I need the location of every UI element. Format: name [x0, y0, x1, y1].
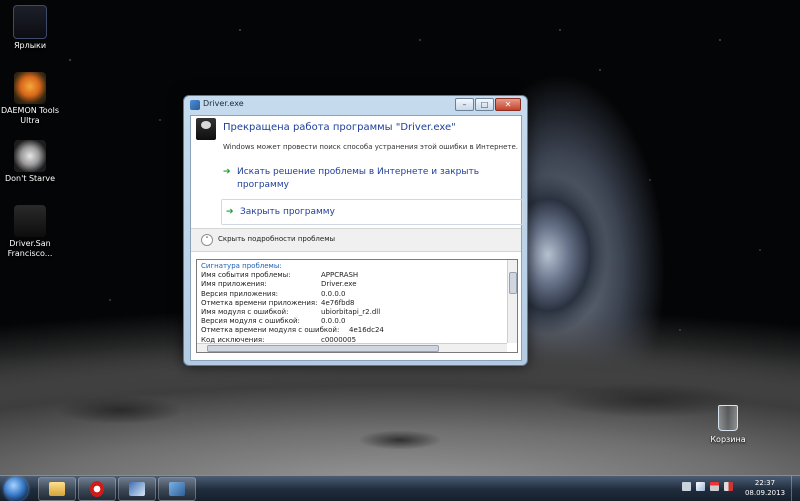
recycle-bin-icon [718, 405, 738, 431]
hide-details-toggle[interactable]: ˄ Скрыть подробности проблемы [191, 228, 521, 252]
desktop-icon-recycle-bin[interactable]: Корзина [708, 405, 748, 444]
action-center-flag-icon[interactable] [696, 482, 705, 491]
scrollbar-thumb[interactable] [509, 272, 517, 294]
desktop: Ярлыки DAEMON Tools Ultra Don't Starve D… [0, 0, 800, 475]
detail-value: ubiorbitapi_r2.dll [321, 308, 381, 317]
driver-game-icon [14, 205, 46, 237]
detail-value: 4e76fbd8 [321, 298, 355, 307]
dialog-titlebar[interactable]: Driver.exe – □ ✕ [184, 96, 527, 114]
system-clock[interactable]: 22:37 08.09.2013 [742, 478, 788, 498]
detail-key: Отметка времени приложения: [201, 298, 318, 307]
taskbar-button-application[interactable] [118, 477, 156, 501]
problem-details-text: Сигнатура проблемы: Имя события проблемы… [201, 262, 501, 345]
green-arrow-icon: ➔ [223, 167, 231, 177]
tray-arrow-icon[interactable] [682, 482, 691, 491]
error-reporting-icon [169, 482, 185, 496]
desktop-icon-dont-starve[interactable]: Don't Starve [0, 140, 60, 184]
shortcuts-folder-icon [13, 5, 47, 39]
detail-row: Отметка времени приложения: 4e76fbd8 [201, 299, 501, 308]
command-label: Искать решение проблемы в Интернете и за… [237, 167, 480, 190]
dialog-title: Driver.exe [203, 99, 244, 108]
error-reporting-icon [190, 100, 200, 110]
detail-value: Driver.exe [321, 280, 357, 289]
detail-row: Версия модуля с ошибкой: 0.0.0.0 [201, 317, 501, 326]
detail-key: Версия модуля с ошибкой: [201, 317, 300, 326]
show-desktop-button[interactable] [791, 476, 800, 501]
dialog-subline: Windows может провести поиск способа уст… [223, 143, 519, 151]
dialog-headline: Прекращена работа программы "Driver.exe" [223, 122, 456, 133]
scrollbar-thumb[interactable] [207, 345, 439, 352]
detail-key: Имя события проблемы: [201, 271, 291, 280]
desktop-icon-label: DAEMON Tools Ultra [1, 106, 59, 125]
window-controls: – □ ✕ [455, 98, 521, 111]
desktop-icon-daemon-tools[interactable]: DAEMON Tools Ultra [0, 72, 60, 126]
driver-app-icon [196, 118, 216, 140]
explorer-folder-icon [49, 482, 65, 496]
desktop-icon-driver[interactable]: Driver.San Francisco... [0, 205, 60, 259]
taskbar: 22:37 08.09.2013 [0, 475, 800, 501]
command-label: Закрыть программу [240, 206, 335, 217]
clock-time: 22:37 [754, 479, 776, 487]
detail-row: Имя модуля с ошибкой: ubiorbitapi_r2.dll [201, 308, 501, 317]
problem-signature-title: Сигнатура проблемы: [201, 262, 282, 270]
dont-starve-icon [14, 140, 46, 172]
problem-details-box[interactable]: Сигнатура проблемы: Имя события проблемы… [196, 259, 518, 353]
horizontal-scrollbar[interactable] [197, 343, 507, 352]
planet-background [528, 175, 618, 335]
chevron-up-icon: ˄ [201, 234, 213, 246]
detail-key: Имя приложения: [201, 280, 267, 289]
detail-value: APPCRASH [321, 271, 359, 280]
detail-row: Имя приложения: Driver.exe [201, 280, 501, 289]
details-toggle-label: Скрыть подробности проблемы [218, 235, 336, 243]
green-arrow-icon: ➔ [226, 206, 234, 217]
detail-key: Версия приложения: [201, 289, 279, 298]
application-icon [129, 482, 145, 496]
detail-row: Версия приложения: 0.0.0.0 [201, 290, 501, 299]
detail-row: Имя события проблемы: APPCRASH [201, 271, 501, 280]
opera-browser-icon [90, 481, 104, 497]
clock-date: 08.09.2013 [744, 489, 786, 497]
desktop-icon-label: Driver.San Francisco... [7, 239, 53, 258]
detail-value: 4e16dc24 [349, 326, 384, 335]
error-dialog: Driver.exe – □ ✕ Прекращена работа прогр… [183, 95, 528, 366]
desktop-icon-label: Корзина [710, 435, 746, 444]
dialog-content: Прекращена работа программы "Driver.exe"… [190, 115, 523, 361]
maximize-button[interactable]: □ [475, 98, 494, 111]
daemon-tools-icon [14, 72, 46, 104]
close-program-button[interactable]: ➔ Закрыть программу [221, 199, 523, 225]
detail-row: Отметка времени модуля с ошибкой: 4e16dc2… [201, 326, 501, 335]
detail-value: 0.0.0.0 [321, 289, 346, 298]
detail-key: Отметка времени модуля с ошибкой: [201, 326, 340, 335]
detail-key: Имя модуля с ошибкой: [201, 308, 289, 317]
start-button[interactable] [4, 477, 28, 501]
taskbar-button-opera[interactable] [78, 477, 116, 501]
vertical-scrollbar[interactable] [507, 260, 517, 343]
volume-icon[interactable] [724, 482, 733, 491]
network-icon[interactable] [710, 482, 719, 491]
search-solution-close-button[interactable]: ➔ Искать решение проблемы в Интернете и … [223, 166, 519, 192]
desktop-icon-label: Don't Starve [4, 174, 56, 183]
taskbar-button-error-reporting[interactable] [158, 477, 196, 501]
close-button[interactable]: ✕ [495, 98, 521, 111]
minimize-button[interactable]: – [455, 98, 474, 111]
desktop-icon-label: Ярлыки [13, 41, 47, 50]
detail-value: 0.0.0.0 [321, 317, 346, 326]
desktop-icon-shortcuts[interactable]: Ярлыки [0, 5, 60, 51]
taskbar-button-explorer[interactable] [38, 477, 76, 501]
system-tray [682, 482, 733, 491]
